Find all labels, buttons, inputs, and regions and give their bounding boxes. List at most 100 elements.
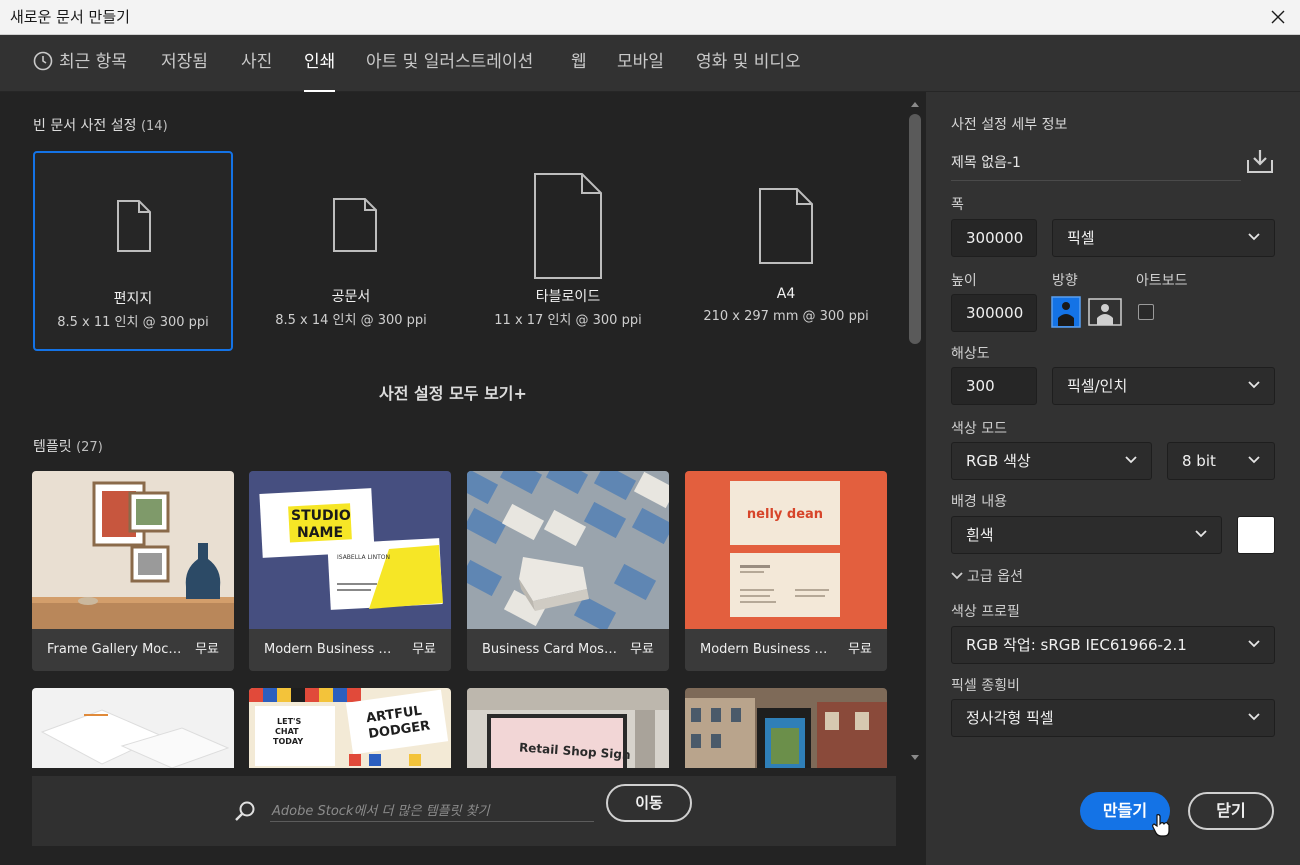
color-mode-dropdown[interactable]: RGB 색상 (951, 442, 1152, 480)
nelly-dean-text: nelly dean (747, 507, 823, 522)
orientation-label: 방향 (1052, 273, 1078, 289)
portrait-orientation-icon[interactable] (1051, 296, 1081, 328)
lets-text: LET'S (277, 717, 301, 726)
resolution-unit-dropdown[interactable]: 픽셀/인치 (1052, 367, 1275, 405)
bit-depth-value: 8 bit (1182, 452, 1216, 470)
template-card-row2-4[interactable] (685, 688, 887, 768)
template-name: Modern Business Car... (264, 642, 399, 657)
color-profile-label: 색상 프로필 (951, 604, 1020, 620)
template-caption: Modern Business Car... 무료 (685, 629, 887, 671)
preset-letter[interactable]: 편지지 8.5 x 11 인치 @ 300 ppi (33, 151, 233, 351)
background-label: 배경 내용 (951, 494, 1007, 510)
resolution-label: 해상도 (951, 346, 990, 362)
chevron-down-icon (1195, 530, 1207, 538)
close-icon[interactable] (1270, 9, 1286, 25)
details-heading: 사전 설정 세부 정보 (951, 117, 1068, 133)
artboard-label: 아트보드 (1136, 273, 1188, 289)
template-card-modern-business-card-2[interactable]: nelly dean Modern Business Car... 무료 (685, 471, 887, 671)
pixel-aspect-label: 픽셀 종횡비 (951, 678, 1020, 694)
today-text: TODAY (273, 737, 303, 746)
scroll-down-icon[interactable] (910, 754, 920, 762)
document-icon (333, 198, 377, 252)
search-underline (270, 821, 594, 822)
color-profile-value: RGB 작업: sRGB IEC61966-2.1 (966, 636, 1187, 654)
background-value: 흰색 (966, 526, 994, 544)
preset-name: A4 (776, 286, 796, 302)
tab-web[interactable]: 웹 (571, 35, 587, 92)
close-button[interactable]: 닫기 (1188, 792, 1274, 830)
bit-depth-dropdown[interactable]: 8 bit (1167, 442, 1275, 480)
color-profile-dropdown[interactable]: RGB 작업: sRGB IEC61966-2.1 (951, 626, 1275, 664)
resolution-input[interactable]: 300 (951, 367, 1037, 405)
preset-a4[interactable]: A4 210 x 297 mm @ 300 ppi (686, 151, 886, 351)
template-name: Modern Business Car... (700, 642, 835, 657)
background-dropdown[interactable]: 흰색 (951, 516, 1222, 554)
document-name-input[interactable]: 제목 없음-1 (951, 152, 1021, 172)
template-card-row2-1[interactable] (32, 688, 234, 768)
view-all-presets-link[interactable]: 사전 설정 모두 보기+ (0, 380, 906, 404)
stock-search-bar: Adobe Stock에서 더 많은 템플릿 찾기 이동 (32, 776, 896, 846)
tab-photo[interactable]: 사진 (241, 35, 272, 92)
tab-print[interactable]: 인쇄 (304, 35, 336, 92)
preset-name: 타블로이드 (535, 289, 601, 305)
template-price: 무료 (848, 642, 872, 657)
template-thumbnail (32, 688, 234, 768)
tab-film-video[interactable]: 영화 및 비디오 (696, 35, 801, 92)
isabella-text: ISABELLA LINTON (337, 554, 390, 561)
search-icon (235, 801, 255, 821)
chat-text: CHAT (275, 727, 299, 736)
template-price: 무료 (412, 642, 436, 657)
width-unit-value: 픽셀 (1067, 229, 1095, 247)
tab-recent[interactable]: 최근 항목 (33, 35, 127, 92)
tab-art-illustration[interactable]: 아트 및 일러스트레이션 (366, 35, 533, 92)
template-price: 무료 (195, 642, 219, 657)
preset-dimensions: 8.5 x 11 인치 @ 300 ppi (57, 315, 209, 330)
template-thumbnail: nelly dean (685, 471, 887, 629)
templates-heading: 템플릿 (27) (33, 439, 103, 455)
width-label: 폭 (951, 197, 964, 213)
presets-scrollbar[interactable] (906, 96, 924, 768)
template-thumbnail: STUDIO NAME ISABELLA LINTON (249, 471, 451, 629)
save-preset-icon[interactable] (1246, 148, 1274, 174)
template-name: Frame Gallery Mock... (47, 642, 182, 657)
document-icon (759, 188, 813, 264)
width-input[interactable]: 300000 (951, 219, 1037, 257)
landscape-orientation-icon[interactable] (1088, 298, 1122, 326)
template-caption: Business Card Mosai... 무료 (467, 629, 669, 671)
template-card-row2-2[interactable]: LET'S CHAT TODAY ARTFUL DODGER (249, 688, 451, 768)
chevron-down-icon (951, 572, 963, 580)
template-card-modern-business-card-1[interactable]: STUDIO NAME ISABELLA LINTON Modern Busin… (249, 471, 451, 671)
name-text: NAME (297, 525, 343, 541)
template-card-frame-gallery[interactable]: Frame Gallery Mock... 무료 (32, 471, 234, 671)
artboard-checkbox[interactable] (1138, 304, 1154, 320)
pixel-aspect-dropdown[interactable]: 정사각형 픽셀 (951, 699, 1275, 737)
stock-search-input[interactable]: Adobe Stock에서 더 많은 템플릿 찾기 (272, 800, 490, 819)
document-icon (117, 200, 151, 252)
background-color-swatch[interactable] (1237, 516, 1275, 554)
preset-tabloid[interactable]: 타블로이드 11 x 17 인치 @ 300 ppi (468, 151, 668, 351)
resolution-unit-value: 픽셀/인치 (1067, 377, 1128, 395)
chevron-down-icon (1248, 381, 1260, 389)
template-thumbnail: LET'S CHAT TODAY ARTFUL DODGER (249, 688, 451, 768)
presets-panel: 빈 문서 사전 설정 (14) 편지지 8.5 x 11 인치 @ 300 pp… (0, 92, 926, 865)
template-thumbnail: Retail Shop Sign (467, 688, 669, 768)
width-unit-dropdown[interactable]: 픽셀 (1052, 219, 1275, 257)
scroll-up-icon[interactable] (910, 100, 920, 108)
chevron-down-icon (1248, 713, 1260, 721)
document-name-underline (951, 180, 1241, 181)
scrollbar-thumb[interactable] (909, 114, 921, 344)
tab-saved[interactable]: 저장됨 (161, 35, 208, 92)
chevron-down-icon (1125, 456, 1137, 464)
advanced-options-toggle[interactable]: 고급 옵션 (951, 566, 1023, 586)
height-input[interactable]: 300000 (951, 294, 1037, 332)
template-caption: Modern Business Car... 무료 (249, 629, 451, 671)
tab-mobile[interactable]: 모바일 (617, 35, 664, 92)
template-card-row2-3[interactable]: Retail Shop Sign (467, 688, 669, 768)
template-thumbnail (32, 471, 234, 629)
document-icon (534, 173, 602, 279)
pixel-aspect-value: 정사각형 픽셀 (966, 709, 1054, 727)
template-card-business-card-mosaic[interactable]: Business Card Mosai... 무료 (467, 471, 669, 671)
preset-dimensions: 11 x 17 인치 @ 300 ppi (494, 313, 642, 328)
preset-legal[interactable]: 공문서 8.5 x 14 인치 @ 300 ppi (251, 151, 451, 351)
go-button[interactable]: 이동 (606, 784, 692, 822)
